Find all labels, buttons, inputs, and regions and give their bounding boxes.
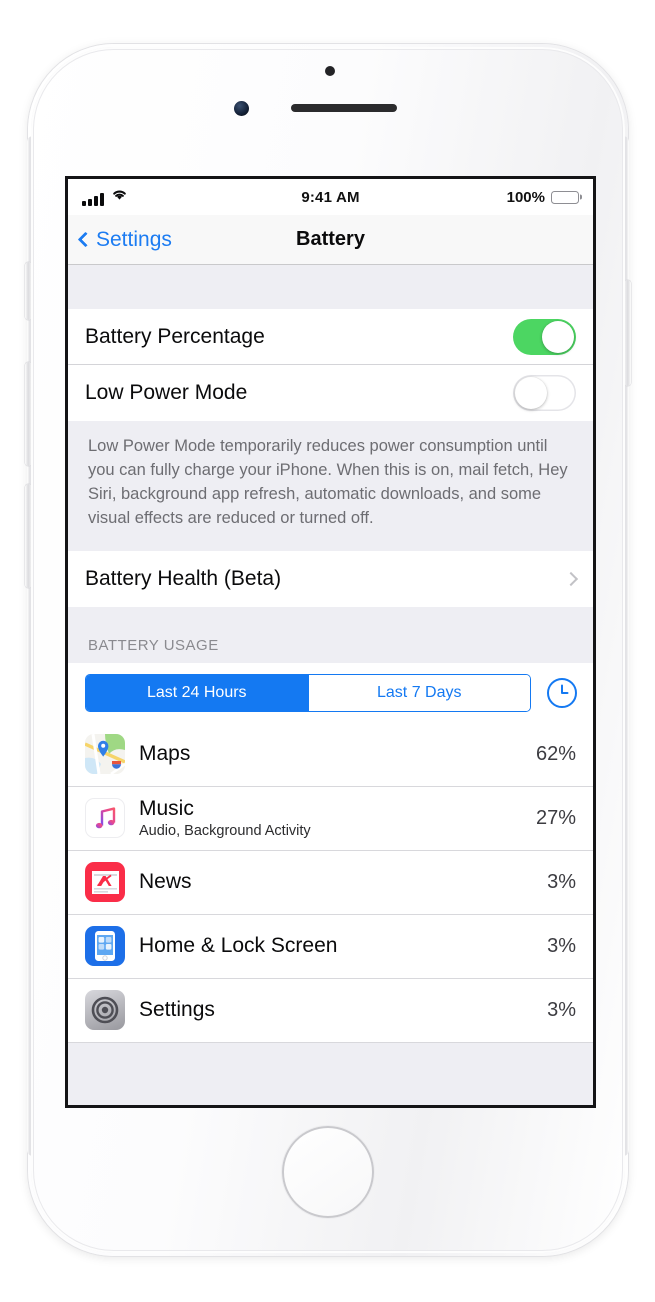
content-top-spacer xyxy=(68,265,593,309)
music-app-icon xyxy=(85,798,125,839)
phone-screen: 9:41 AM 100% Settings Battery Battery Pe… xyxy=(65,176,596,1108)
home-lock-screen-percent: 3% xyxy=(547,934,576,957)
low-power-mode-toggle[interactable] xyxy=(513,375,576,411)
battery-percentage-label: Battery Percentage xyxy=(85,324,265,348)
proximity-sensor-icon xyxy=(325,66,335,76)
music-usage-percent: 27% xyxy=(535,806,576,829)
battery-health-label: Battery Health (Beta) xyxy=(85,566,282,590)
usage-row-news[interactable]: News 3% xyxy=(68,850,593,915)
back-to-settings-button[interactable]: Settings xyxy=(77,227,172,252)
iphone-device-frame: 9:41 AM 100% Settings Battery Battery Pe… xyxy=(25,44,631,1256)
row-battery-percentage[interactable]: Battery Percentage xyxy=(68,309,593,365)
volume-down-button[interactable] xyxy=(25,484,32,588)
chevron-left-icon xyxy=(77,231,94,248)
earpiece-speaker-icon xyxy=(291,104,397,112)
usage-row-home-lock-screen[interactable]: Home & Lock Screen 3% xyxy=(68,914,593,979)
settings-usage-percent: 3% xyxy=(547,998,576,1021)
home-lock-screen-name: Home & Lock Screen xyxy=(139,934,338,958)
music-app-name: Music xyxy=(139,797,194,821)
clock-icon[interactable] xyxy=(545,676,579,710)
settings-content: Battery Percentage Low Power Mode Low Po… xyxy=(68,265,593,1105)
volume-up-button[interactable] xyxy=(25,362,32,466)
home-lock-screen-icon xyxy=(85,926,125,967)
status-bar-right: 100% xyxy=(506,188,582,206)
battery-usage-list: Maps 62% Music Audio, Background Activit… xyxy=(68,722,593,1043)
maps-usage-text: Maps xyxy=(139,742,522,766)
news-usage-percent: 3% xyxy=(547,870,576,893)
battery-percentage-label: 100% xyxy=(506,188,545,206)
chevron-right-icon xyxy=(563,571,579,586)
ring-silent-switch[interactable] xyxy=(25,262,32,320)
usage-range-control-row: Last 24 Hours Last 7 Days xyxy=(68,662,593,723)
segment-last-7-days[interactable]: Last 7 Days xyxy=(307,674,530,711)
power-button[interactable] xyxy=(624,280,631,386)
usage-range-segmented-control[interactable]: Last 24 Hours Last 7 Days xyxy=(85,673,531,712)
battery-health-group: Battery Health (Beta) xyxy=(68,550,593,607)
low-power-mode-description: Low Power Mode temporarily reduces power… xyxy=(68,421,593,551)
home-button[interactable] xyxy=(282,1126,374,1218)
music-usage-subtitle: Audio, Background Activity xyxy=(139,823,311,840)
maps-app-name: Maps xyxy=(139,742,191,766)
music-usage-text: Music Audio, Background Activity xyxy=(139,797,522,839)
maps-usage-percent: 62% xyxy=(535,742,576,765)
front-camera-icon xyxy=(234,101,249,116)
usage-row-music[interactable]: Music Audio, Background Activity 27% xyxy=(68,786,593,851)
segment-last-24-hours[interactable]: Last 24 Hours xyxy=(86,674,308,711)
navigation-bar: Settings Battery xyxy=(68,215,593,265)
low-power-mode-label: Low Power Mode xyxy=(85,381,248,404)
battery-full-icon xyxy=(551,190,582,204)
home-lock-screen-usage-text: Home & Lock Screen xyxy=(139,934,533,958)
news-app-name: News xyxy=(139,870,192,894)
battery-usage-section-header: BATTERY USAGE xyxy=(68,606,593,663)
maps-app-icon xyxy=(85,734,125,775)
status-bar: 9:41 AM 100% xyxy=(68,179,593,215)
battery-percentage-toggle[interactable] xyxy=(513,318,576,355)
usage-row-maps[interactable]: Maps 62% xyxy=(68,722,593,787)
row-battery-health[interactable]: Battery Health (Beta) xyxy=(68,550,593,607)
row-low-power-mode[interactable]: Low Power Mode xyxy=(68,365,593,421)
settings-app-icon xyxy=(85,990,125,1031)
settings-usage-text: Settings xyxy=(139,998,533,1022)
news-app-icon xyxy=(85,862,125,903)
news-usage-text: News xyxy=(139,870,533,894)
settings-app-name: Settings xyxy=(139,998,215,1022)
battery-toggles-group: Battery Percentage Low Power Mode xyxy=(68,309,593,421)
back-button-label: Settings xyxy=(96,227,172,251)
usage-row-settings[interactable]: Settings 3% xyxy=(68,978,593,1043)
